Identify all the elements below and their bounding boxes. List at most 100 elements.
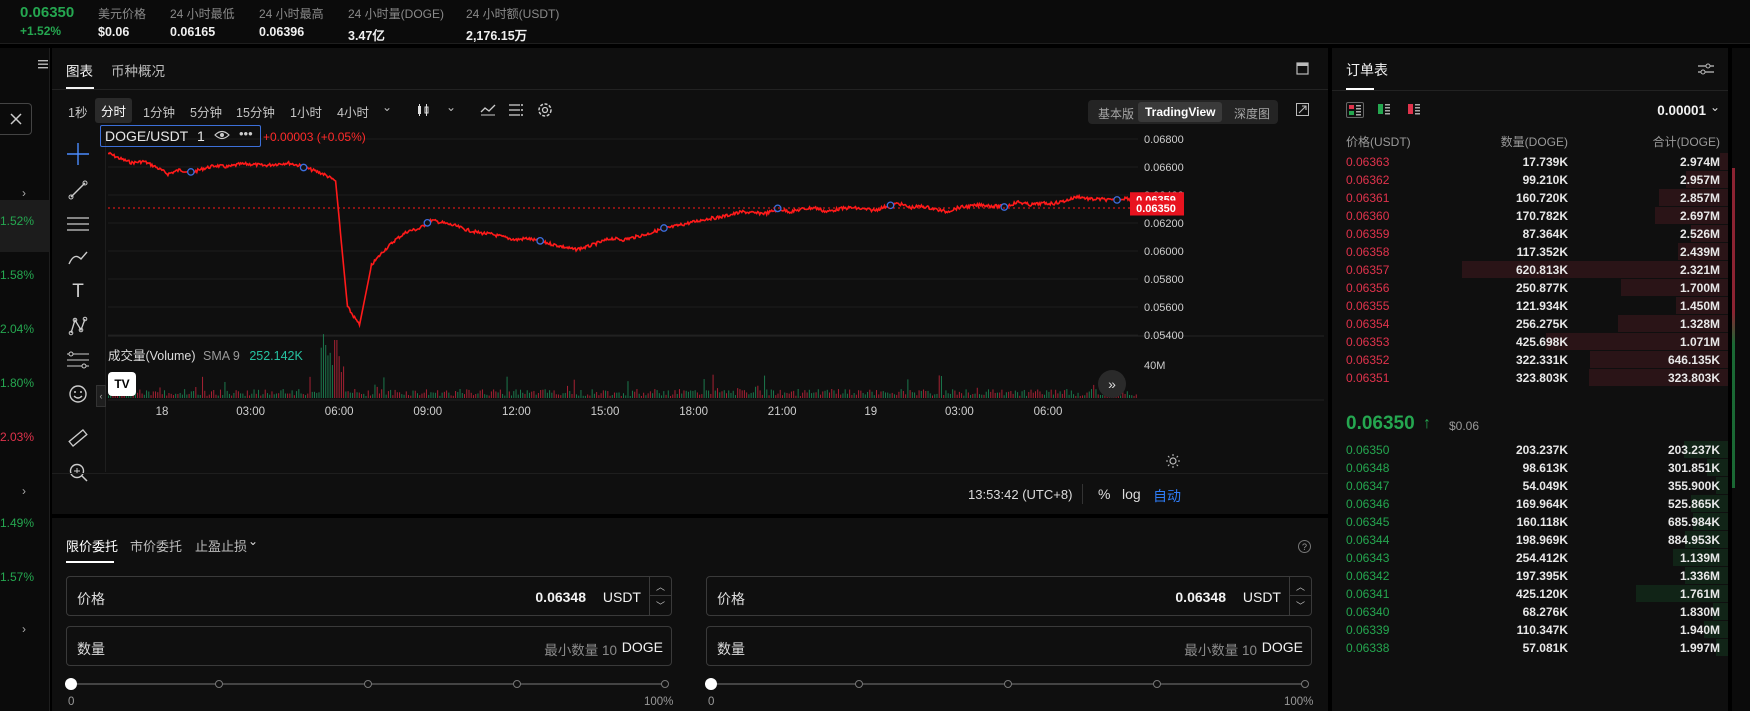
ruler-icon[interactable] xyxy=(64,424,92,452)
tab-tpsl-order[interactable]: 止盈止损 xyxy=(195,536,247,555)
chevron-down-icon[interactable]: ⌄ xyxy=(248,534,258,548)
price-input[interactable]: 0.06348 xyxy=(535,589,586,605)
slider-step[interactable] xyxy=(1004,680,1012,688)
market-change[interactable]: 1.57% xyxy=(0,570,34,584)
ask-row[interactable]: 0.06352 322.331K 646.135K xyxy=(1332,350,1728,370)
layout-icon[interactable] xyxy=(1296,62,1309,78)
bid-row[interactable]: 0.06341 425.120K 1.761M xyxy=(1332,584,1728,604)
buy-price-field[interactable]: 价格 0.06348 USDT ︿ ﹀ xyxy=(66,576,672,616)
ask-row[interactable]: 0.06360 170.782K 2.697M xyxy=(1332,206,1728,226)
slider-thumb[interactable] xyxy=(705,678,717,690)
bid-row[interactable]: 0.06338 57.081K 1.997M xyxy=(1332,638,1728,658)
bid-row[interactable]: 0.06350 203.237K 203.237K xyxy=(1332,440,1728,460)
tradingview-logo-icon[interactable]: TV xyxy=(108,372,136,396)
tab-chart[interactable]: 图表 xyxy=(66,60,93,80)
emoji-icon[interactable] xyxy=(64,380,92,408)
trend-line-icon[interactable] xyxy=(64,176,92,204)
chevron-right-icon[interactable]: › xyxy=(22,484,26,498)
bid-row[interactable]: 0.06342 197.395K 1.336M xyxy=(1332,566,1728,586)
list-settings-icon[interactable] xyxy=(508,103,524,120)
view-depth[interactable]: 深度图 xyxy=(1234,105,1270,122)
quantity-input[interactable]: 最小数量 10 xyxy=(1184,639,1257,659)
price-chart-area[interactable]: 0.068000.066000.064000.062000.060000.058… xyxy=(96,125,1324,472)
gear-icon[interactable] xyxy=(536,101,554,122)
indicator-icon[interactable] xyxy=(480,103,496,120)
bid-row[interactable]: 0.06345 160.118K 685.984K xyxy=(1332,512,1728,532)
buy-amount-slider[interactable] xyxy=(65,675,669,695)
text-tool-icon[interactable]: T xyxy=(64,278,92,306)
pattern-icon[interactable] xyxy=(64,312,92,340)
ask-row[interactable]: 0.06355 121.934K 1.450M xyxy=(1332,296,1728,316)
market-change[interactable]: 2.03% xyxy=(0,430,34,444)
bid-row[interactable]: 0.06346 169.964K 525.865K xyxy=(1332,494,1728,514)
auto-scale-toggle[interactable]: 自动 xyxy=(1153,486,1181,506)
slider-step[interactable] xyxy=(661,680,669,688)
bid-row[interactable]: 0.06348 98.613K 301.851K xyxy=(1332,458,1728,478)
ask-row[interactable]: 0.06361 160.720K 2.857M xyxy=(1332,188,1728,208)
chevron-down-icon[interactable]: ﹀ xyxy=(650,596,671,615)
interval-5m[interactable]: 5分钟 xyxy=(190,102,222,121)
sell-quantity-field[interactable]: 数量 最小数量 10 DOGE xyxy=(706,626,1312,666)
chevron-down-icon[interactable]: ⌄ xyxy=(1710,100,1720,114)
market-change[interactable]: 1.49% xyxy=(0,516,34,530)
percent-scale-toggle[interactable]: % xyxy=(1098,486,1110,502)
sell-amount-slider[interactable] xyxy=(705,675,1309,695)
sell-price-field[interactable]: 价格 0.06348 USDT ︿ ﹀ xyxy=(706,576,1312,616)
market-change[interactable]: 1.52% xyxy=(0,214,34,228)
market-change[interactable]: 1.58% xyxy=(0,268,34,282)
chevron-up-icon[interactable]: ︿ xyxy=(650,577,671,596)
close-icon[interactable] xyxy=(0,103,32,135)
view-bids-icon[interactable] xyxy=(1376,102,1394,118)
view-asks-icon[interactable] xyxy=(1406,102,1424,118)
interval-1s[interactable]: 1秒 xyxy=(68,102,87,121)
slider-step[interactable] xyxy=(215,680,223,688)
tab-market-order[interactable]: 市价委托 xyxy=(130,536,182,555)
interval-line[interactable]: 分时 xyxy=(95,98,133,123)
symbol-legend-box[interactable]: DOGE/USDT 1 ••• xyxy=(100,125,261,147)
ask-row[interactable]: 0.06354 256.275K 1.328M xyxy=(1332,314,1728,334)
slider-step[interactable] xyxy=(1153,680,1161,688)
bid-row[interactable]: 0.06344 198.969K 884.953K xyxy=(1332,530,1728,550)
slider-step[interactable] xyxy=(513,680,521,688)
view-both-icon[interactable] xyxy=(1346,102,1364,118)
market-change[interactable]: 1.80% xyxy=(0,376,34,390)
ask-row[interactable]: 0.06356 250.877K 1.700M xyxy=(1332,278,1728,298)
chevron-right-icon[interactable]: › xyxy=(22,622,26,636)
price-chart[interactable]: 0.068000.066000.064000.062000.060000.058… xyxy=(107,132,1324,472)
ask-row[interactable]: 0.06362 99.210K 2.957M xyxy=(1332,170,1728,190)
slider-step[interactable] xyxy=(1301,680,1309,688)
precision-select[interactable]: 0.00001 xyxy=(1657,103,1706,118)
ask-row[interactable]: 0.06359 87.364K 2.526M xyxy=(1332,224,1728,244)
ask-row[interactable]: 0.06358 117.352K 2.439M xyxy=(1332,242,1728,262)
interval-1m[interactable]: 1分钟 xyxy=(143,102,175,121)
ask-row[interactable]: 0.06353 425.698K 1.071M xyxy=(1332,332,1728,352)
buy-quantity-field[interactable]: 数量 最小数量 10 DOGE xyxy=(66,626,672,666)
bid-row[interactable]: 0.06340 68.276K 1.830M xyxy=(1332,602,1728,622)
tab-limit-order[interactable]: 限价委托 xyxy=(66,536,118,555)
bid-row[interactable]: 0.06339 110.347K 1.940M xyxy=(1332,620,1728,640)
help-icon[interactable]: ? xyxy=(1298,540,1311,553)
quantity-input[interactable]: 最小数量 10 xyxy=(544,639,617,659)
ask-row[interactable]: 0.06363 17.739K 2.974M xyxy=(1332,152,1728,172)
interval-1h[interactable]: 1小时 xyxy=(290,102,322,121)
crosshair-icon[interactable] xyxy=(64,140,92,168)
ask-row[interactable]: 0.06357 620.813K 2.321M xyxy=(1332,260,1728,280)
fib-lines-icon[interactable] xyxy=(64,210,92,238)
bid-row[interactable]: 0.06347 54.049K 355.900K xyxy=(1332,476,1728,496)
collapse-toolbar-icon[interactable]: ‹ xyxy=(96,385,106,407)
view-basic[interactable]: 基本版 xyxy=(1098,105,1134,122)
brush-icon[interactable] xyxy=(64,244,92,272)
candle-type-icon[interactable] xyxy=(416,103,430,120)
menu-icon[interactable] xyxy=(38,58,48,69)
view-tradingview[interactable]: TradingView xyxy=(1138,102,1223,122)
sun-settings-icon[interactable] xyxy=(1166,454,1180,471)
prediction-icon[interactable] xyxy=(64,346,92,374)
slider-step[interactable] xyxy=(855,680,863,688)
scroll-to-realtime-icon[interactable]: » xyxy=(1098,370,1126,398)
chevron-down-icon[interactable]: ﹀ xyxy=(1290,596,1311,615)
log-scale-toggle[interactable]: log xyxy=(1122,486,1141,502)
chevron-down-icon[interactable]: ⌄ xyxy=(446,100,456,114)
interval-4h[interactable]: 4小时 xyxy=(337,102,369,121)
price-stepper[interactable]: ︿ ﹀ xyxy=(649,577,671,615)
market-change[interactable]: 2.04% xyxy=(0,322,34,336)
